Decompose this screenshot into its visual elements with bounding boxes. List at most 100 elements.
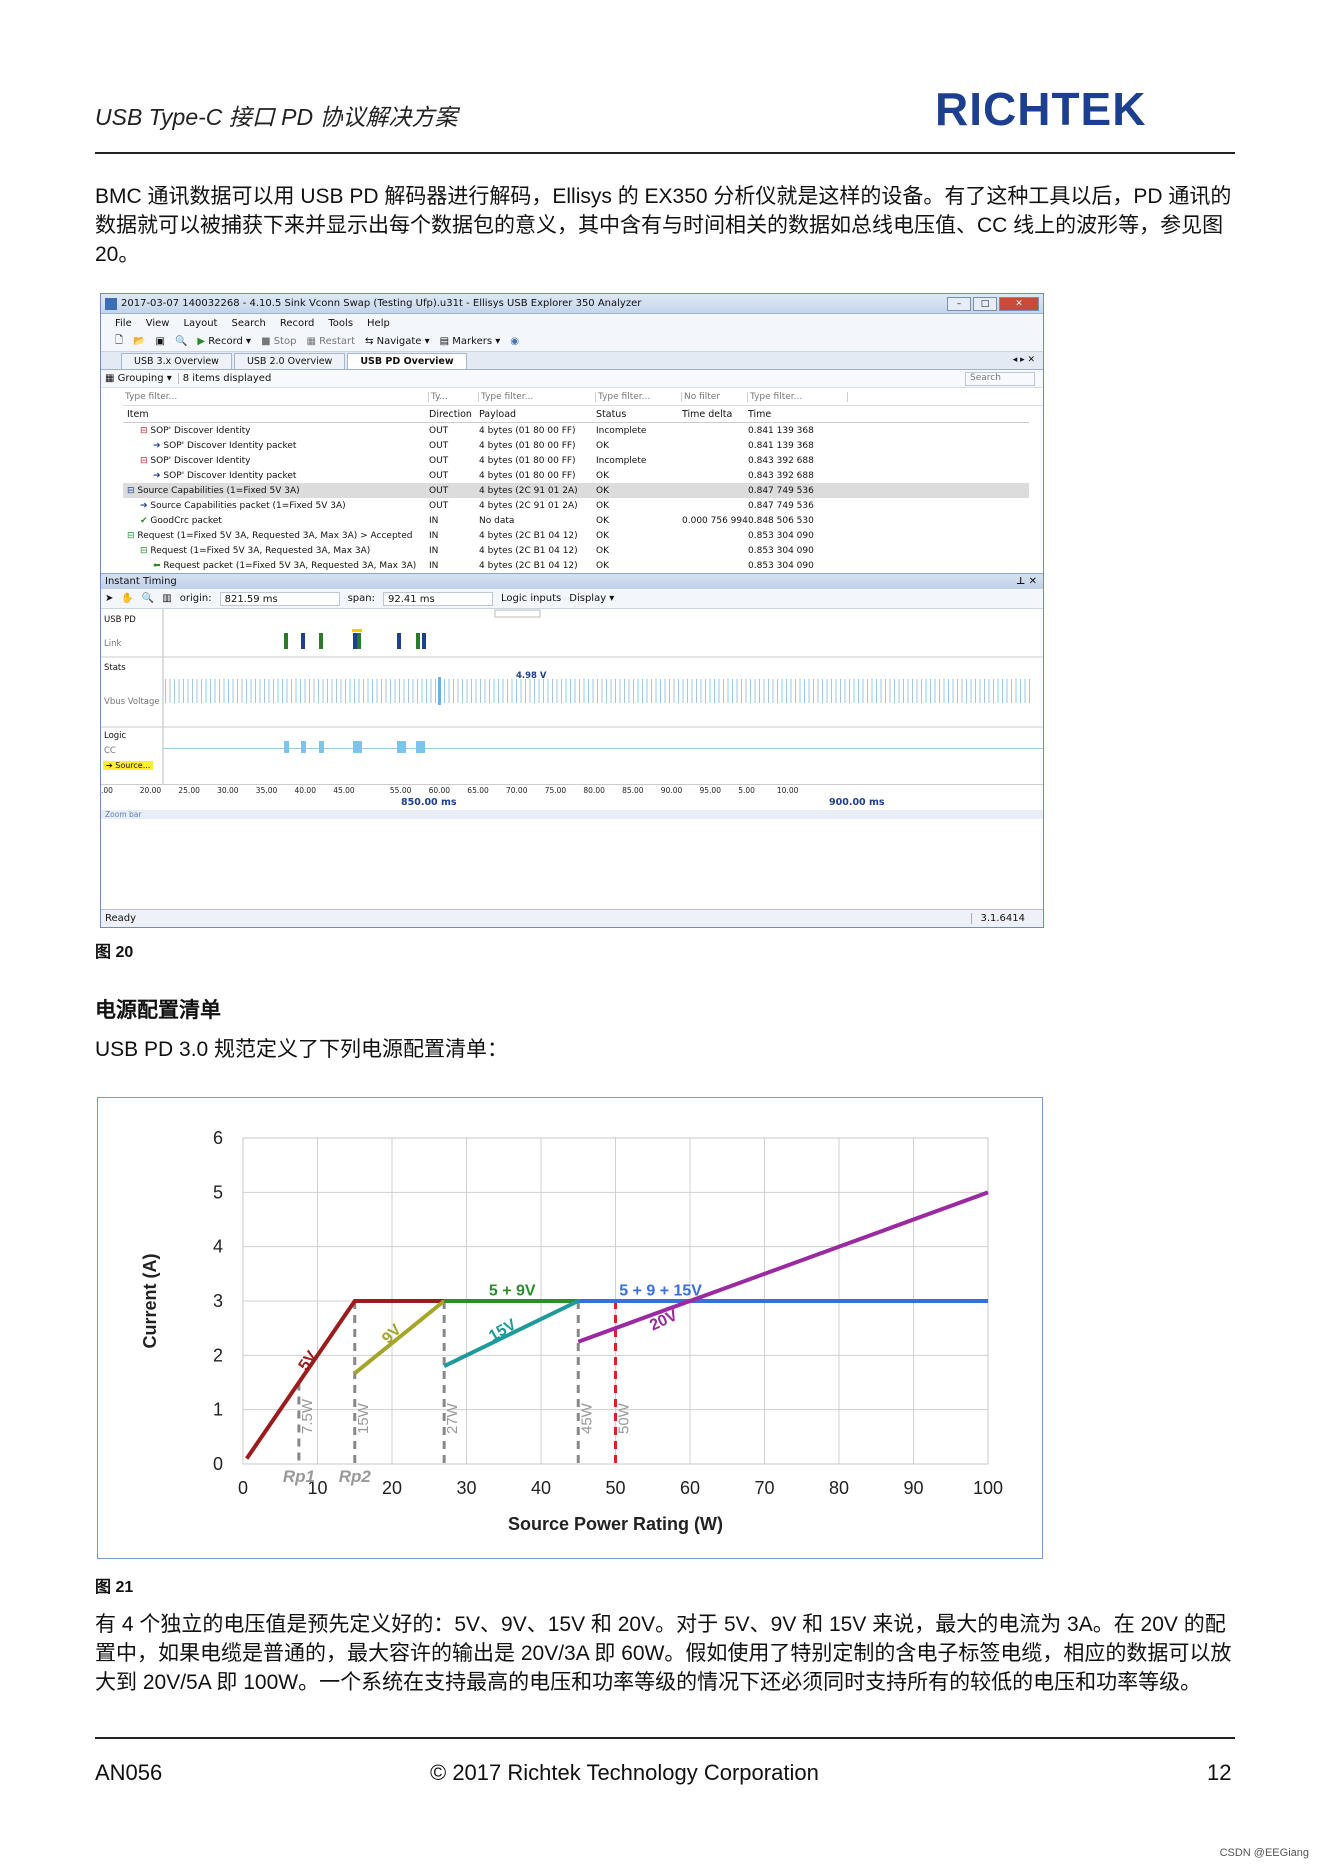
pin-close-icon[interactable]: ⊥ ✕	[1016, 576, 1043, 587]
tab-usb2-overview[interactable]: USB 2.0 Overview	[233, 353, 346, 369]
restart-button[interactable]: ▦ Restart	[306, 336, 355, 347]
tab-usbpd-overview[interactable]: USB PD Overview	[347, 353, 467, 369]
time-tick-label: 20.00	[139, 786, 162, 795]
menu-search[interactable]: Search	[231, 318, 265, 329]
table-row[interactable]: ⊟ Request (1=Fixed 5V 3A, Requested 3A, …	[123, 528, 1029, 543]
y-tick-label: 2	[213, 1345, 223, 1365]
menu-file[interactable]: File	[115, 318, 132, 329]
record-button[interactable]: ▶ Record ▾	[197, 336, 251, 347]
row-item-text: GoodCrc packet	[150, 515, 222, 526]
cc-pulse	[301, 741, 306, 753]
table-row[interactable]: ⬅ Request packet (1=Fixed 5V 3A, Request…	[123, 558, 1029, 573]
minimize-button[interactable]: –	[947, 296, 971, 311]
row-icon[interactable]: ⊟	[140, 456, 150, 466]
series-label: 5 + 9 + 15V	[619, 1283, 702, 1300]
search-input[interactable]: Search	[965, 371, 1035, 386]
table-row[interactable]: ➔ Source Capabilities packet (1=Fixed 5V…	[123, 498, 1029, 513]
tab-scroll-icon[interactable]: ◂ ▸ ✕	[1013, 355, 1035, 365]
vbus-sample	[1015, 679, 1017, 703]
col-status[interactable]: Status	[596, 409, 682, 420]
row-icon[interactable]: ⊟	[140, 426, 150, 436]
filter-time[interactable]: Type filter...	[748, 391, 848, 402]
vline-label: 7.5W	[299, 1398, 316, 1434]
tab-usb3-overview[interactable]: USB 3.x Overview	[121, 353, 232, 369]
cell-payload: 4 bytes (2C 91 01 2A)	[479, 500, 578, 511]
table-row[interactable]: ⊟ Source Capabilities (1=Fixed 5V 3A) OUT…	[123, 483, 1029, 498]
row-icon[interactable]: ➔	[153, 441, 163, 451]
col-direction[interactable]: Direction	[429, 409, 479, 420]
col-timedelta[interactable]: Time delta	[682, 409, 748, 420]
cell-status: Incomplete	[596, 425, 647, 436]
vbus-sample	[291, 679, 292, 703]
y-tick-label: 6	[213, 1128, 223, 1148]
save-icon[interactable]: ▣	[156, 336, 165, 347]
vbus-sample	[475, 679, 477, 703]
menu-tools[interactable]: Tools	[328, 318, 353, 329]
table-row[interactable]: ⊟ SOP' Discover Identity OUT 4 bytes (01 8…	[123, 423, 1029, 438]
menu-help[interactable]: Help	[367, 318, 390, 329]
col-item[interactable]: Item	[123, 409, 429, 420]
vbus-sample	[903, 679, 904, 703]
row-icon[interactable]: ➔	[140, 501, 150, 511]
close-button[interactable]: ✕	[999, 296, 1039, 311]
span-field[interactable]: 92.41 ms	[383, 591, 493, 606]
vbus-sample	[997, 679, 999, 703]
menu-view[interactable]: View	[146, 318, 170, 329]
row-icon[interactable]: ⊟	[127, 531, 137, 541]
zoom-bar[interactable]: Zoom bar	[101, 810, 1043, 819]
find-icon[interactable]: 🔍	[175, 336, 187, 347]
open-folder-icon[interactable]: 📂	[133, 336, 145, 347]
origin-field[interactable]: 821.59 ms	[219, 591, 340, 606]
filter-payload[interactable]: Type filter...	[479, 391, 596, 402]
row-icon[interactable]: ⊟	[127, 486, 137, 496]
vbus-sample	[1006, 679, 1008, 703]
vbus-sample	[930, 679, 931, 703]
markers-button[interactable]: ▤ Markers ▾	[440, 336, 501, 347]
menu-record[interactable]: Record	[280, 318, 315, 329]
vbus-sample	[673, 679, 675, 703]
grouping-dropdown[interactable]: ▦ Grouping ▾	[105, 373, 172, 384]
row-icon[interactable]: ⬅	[153, 561, 163, 571]
row-icon[interactable]: ➔	[153, 471, 163, 481]
new-file-icon[interactable]: 🗋	[115, 333, 123, 350]
filter-direction[interactable]: Ty...	[429, 391, 479, 402]
table-row[interactable]: ⊟ SOP' Discover Identity OUT 4 bytes (01 8…	[123, 453, 1029, 468]
link-packet	[397, 633, 401, 649]
cell-payload: 4 bytes (01 80 00 FF)	[479, 425, 576, 436]
vbus-sample	[457, 679, 459, 703]
stop-button[interactable]: ■ Stop	[261, 336, 296, 347]
series-label: 20V	[647, 1307, 680, 1335]
pointer-icon[interactable]: ➤	[105, 593, 113, 604]
table-row[interactable]: ➔ SOP' Discover Identity packet OUT 4 byte…	[123, 438, 1029, 453]
logic-inputs-button[interactable]: Logic inputs	[501, 593, 561, 604]
status-text: Ready	[105, 913, 137, 924]
time-tick-label: 95.00	[699, 786, 721, 795]
menu-layout[interactable]: Layout	[183, 318, 217, 329]
row-icon[interactable]: ✔	[140, 516, 150, 526]
table-row[interactable]: ⊟ Request (1=Fixed 5V 3A, Requested 3A, …	[123, 543, 1029, 558]
cell-payload: No data	[479, 515, 515, 526]
view-icon[interactable]: ▥	[162, 593, 171, 604]
vbus-sample	[840, 679, 841, 703]
y-tick-label: 1	[213, 1400, 223, 1420]
vbus-sample	[331, 679, 333, 703]
vbus-sample	[606, 679, 607, 703]
zoom-icon[interactable]: 🔍	[142, 593, 154, 604]
filter-item[interactable]: Type filter...	[123, 391, 429, 402]
display-dropdown[interactable]: Display ▾	[569, 593, 614, 604]
vbus-sample	[210, 679, 211, 703]
row-icon[interactable]: ⊟	[140, 546, 150, 556]
table-row[interactable]: ➔ SOP' Discover Identity packet OUT 4 byte…	[123, 468, 1029, 483]
navigate-button[interactable]: ⇆ Navigate ▾	[365, 336, 430, 347]
filter-timedelta[interactable]: No filter	[682, 391, 748, 402]
filter-status[interactable]: Type filter...	[596, 391, 682, 402]
source-marker[interactable]: ➔ Source...	[103, 761, 154, 770]
col-payload[interactable]: Payload	[479, 409, 596, 420]
globe-icon[interactable]: ◉	[510, 336, 519, 347]
col-time[interactable]: Time	[748, 409, 848, 420]
instant-timing-title: Instant Timing	[105, 576, 177, 587]
maximize-button[interactable]: □	[973, 296, 997, 311]
table-row[interactable]: ✔ GoodCrc packet IN No data OK 0.000 756 994…	[123, 513, 1029, 528]
vbus-sample	[633, 679, 634, 703]
hand-icon[interactable]: ✋	[121, 593, 133, 604]
